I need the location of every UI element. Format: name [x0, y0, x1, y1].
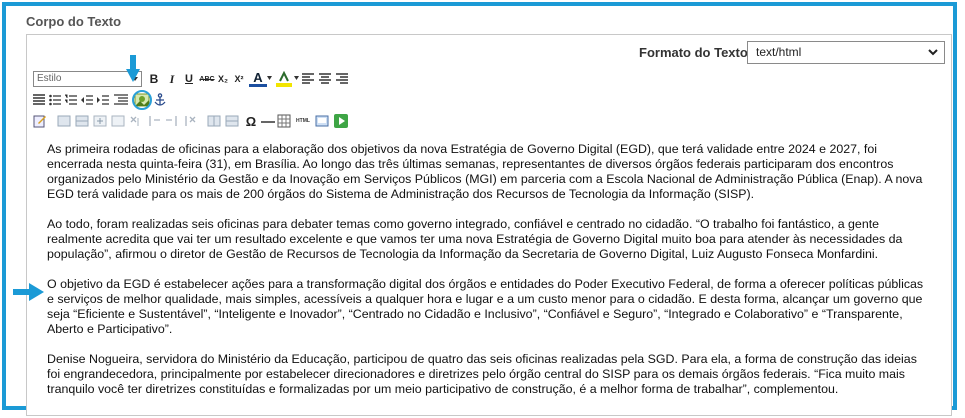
style-select-value: Estilo [37, 73, 62, 84]
editor-frame: Corpo do Texto Formato do Texto text/htm… [2, 2, 957, 416]
italic-button[interactable]: I [164, 71, 180, 87]
col-before-icon[interactable] [147, 114, 161, 128]
paragraph: O objetivo da EGD é estabelecer ações pa… [47, 277, 924, 336]
highlight-circle [132, 90, 152, 110]
horizontal-rule-icon[interactable] [261, 114, 275, 128]
row-after-icon[interactable] [111, 114, 125, 128]
subscript-button[interactable]: X₂ [215, 71, 231, 87]
editor-content[interactable]: As primeira rodadas de oficinas para a e… [47, 142, 927, 412]
split-cells-icon[interactable] [207, 114, 221, 128]
annotation-arrow-right-icon [13, 283, 44, 301]
annotation-arrow-down-icon [126, 55, 140, 82]
editor-panel: Formato do Texto text/html Estilo B I U … [13, 34, 952, 416]
merge-cells-icon[interactable] [225, 114, 239, 128]
toolbar-row-3: Ω HTML [31, 113, 941, 133]
row-before-icon[interactable] [93, 114, 107, 128]
table-insert-icon[interactable] [277, 113, 291, 129]
play-icon[interactable] [333, 113, 349, 129]
format-select[interactable]: text/html [747, 41, 945, 64]
section-title: Corpo do Texto [26, 14, 122, 29]
format-label: Formato do Texto [639, 45, 748, 60]
paragraph: Ao todo, foram realizadas seis oficinas … [47, 217, 903, 261]
chevron-down-icon[interactable] [294, 76, 299, 81]
align-left-icon[interactable] [302, 73, 314, 85]
bullet-list-icon[interactable] [49, 94, 61, 106]
outdent-icon[interactable] [81, 94, 93, 106]
paragraph: As primeira rodadas de oficinas para a e… [47, 142, 923, 201]
chevron-down-icon [928, 49, 938, 56]
special-char-button[interactable]: Ω [243, 113, 259, 129]
edit-icon[interactable] [33, 114, 47, 128]
strikethrough-button[interactable]: ABC [199, 71, 215, 87]
bold-button[interactable]: B [146, 71, 162, 87]
blockquote-icon[interactable] [114, 94, 128, 106]
preview-icon[interactable] [315, 114, 329, 128]
underline-button[interactable]: U [181, 71, 197, 87]
paragraph: Denise Nogueira, servidora do Ministério… [47, 352, 917, 396]
toolbar-row-1: Estilo B I U ABC X₂ X² A [31, 70, 941, 91]
chevron-down-icon[interactable] [267, 76, 272, 81]
highlight-color-icon[interactable] [275, 71, 293, 87]
cell-props-icon[interactable] [75, 114, 89, 128]
numbered-list-icon[interactable] [65, 94, 77, 106]
superscript-button[interactable]: X² [231, 71, 247, 87]
format-select-value: text/html [756, 45, 802, 59]
html-source-button[interactable]: HTML [293, 113, 313, 129]
indent-icon[interactable] [97, 94, 109, 106]
align-right-icon[interactable] [336, 73, 348, 85]
font-color-button[interactable]: A [249, 70, 267, 87]
toolbar-row-2 [31, 90, 941, 112]
align-center-icon[interactable] [319, 73, 331, 85]
delete-col-icon[interactable] [183, 114, 197, 128]
delete-row-icon[interactable] [129, 114, 143, 128]
col-after-icon[interactable] [165, 114, 179, 128]
justify-icon[interactable] [33, 94, 45, 106]
table-props-icon[interactable] [57, 114, 71, 128]
anchor-icon[interactable] [153, 93, 167, 107]
